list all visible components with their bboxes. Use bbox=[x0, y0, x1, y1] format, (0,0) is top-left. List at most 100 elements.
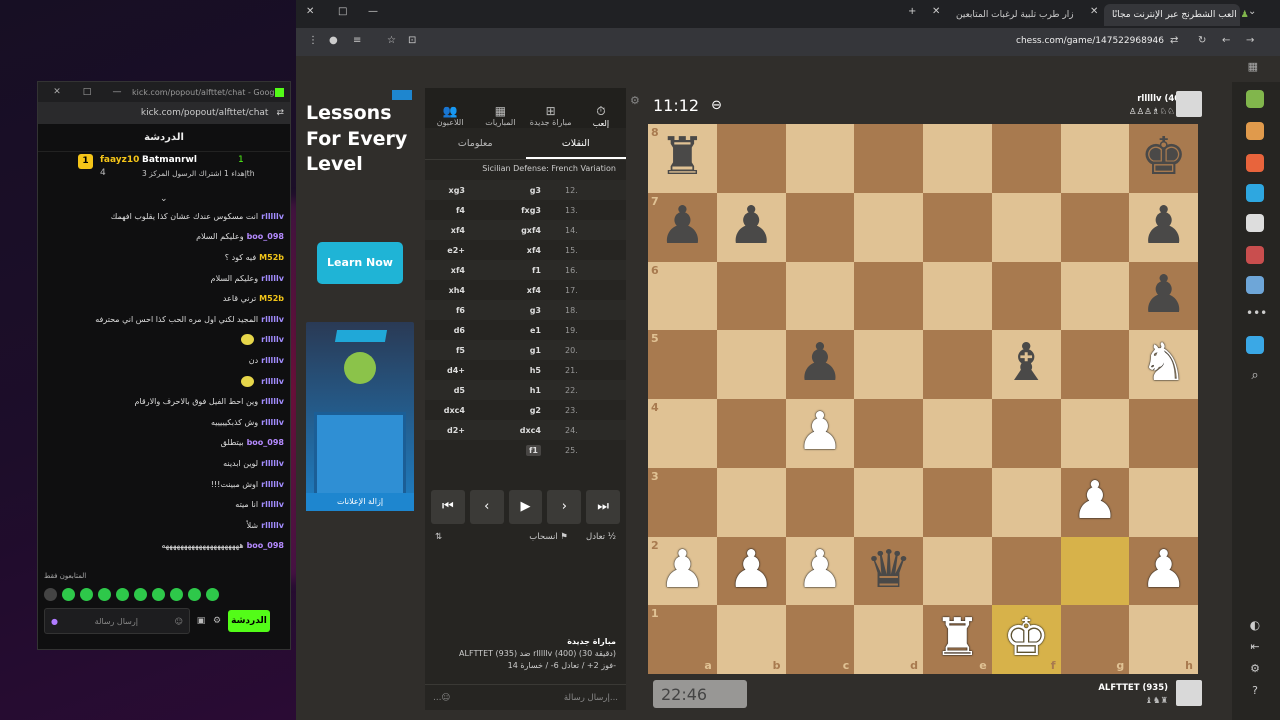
tune-icon[interactable]: ≡ bbox=[353, 35, 361, 46]
black-move[interactable]: d4+ bbox=[425, 366, 485, 375]
square-b7[interactable]: ♟ bbox=[716, 192, 786, 262]
square-b8[interactable] bbox=[716, 124, 786, 193]
emote-icon[interactable] bbox=[80, 587, 93, 601]
black-pawn-icon[interactable]: ♟ bbox=[1129, 262, 1198, 331]
maximize-icon[interactable]: □ bbox=[338, 6, 347, 17]
theme-icon[interactable]: ◐ bbox=[1246, 618, 1264, 636]
square-a4[interactable]: 4 bbox=[648, 399, 717, 468]
black-queen-icon[interactable]: ♛ bbox=[854, 537, 923, 606]
chess-logo-icon[interactable] bbox=[1246, 90, 1264, 108]
minus-icon[interactable]: ⊖ bbox=[711, 98, 722, 113]
white-pawn-icon[interactable]: ♟ bbox=[1061, 468, 1130, 537]
chat-username[interactable]: rlllllv bbox=[261, 480, 284, 489]
square-e6[interactable] bbox=[923, 261, 992, 331]
chess-board[interactable]: 8 ♜ ♚ 7 ♟ ♟ ♟ 6 ♟ 5 ♟ ♝ ♞ 4 ♟ 3 ♟ 2 ♟ ♟ ♟ ♛ ♟ 1 a b c d e ♜ f ♚ g h bbox=[648, 124, 1198, 674]
tab-stream[interactable]: زار طرب تلبية لرغبات المتابعين bbox=[948, 4, 1076, 26]
emote-icon[interactable] bbox=[134, 587, 147, 601]
menu-icon[interactable]: ⋮ bbox=[308, 35, 318, 46]
tab-info[interactable]: معلومات bbox=[425, 128, 526, 159]
help-icon[interactable]: ? bbox=[1246, 684, 1264, 702]
news-icon[interactable] bbox=[1246, 246, 1264, 264]
chevron-down-icon[interactable]: ⌄ bbox=[160, 194, 168, 204]
white-pawn-icon[interactable]: ♟ bbox=[1129, 537, 1198, 606]
square-f3[interactable] bbox=[991, 467, 1061, 537]
avatar[interactable] bbox=[1176, 680, 1202, 706]
previous-move-button[interactable]: ‹ bbox=[469, 490, 504, 524]
white-pawn-icon[interactable]: ♟ bbox=[648, 537, 717, 606]
first-move-button[interactable]: ⏮ bbox=[431, 490, 465, 524]
white-rook-icon[interactable]: ♜ bbox=[923, 605, 992, 674]
chat-username[interactable]: rlllllv bbox=[261, 315, 284, 324]
square-c4[interactable]: ♟ bbox=[785, 399, 855, 468]
square-h2[interactable]: ♟ bbox=[1129, 536, 1198, 606]
square-g4[interactable] bbox=[1060, 399, 1130, 468]
square-f1[interactable]: f ♚ bbox=[991, 605, 1061, 674]
collapse-icon[interactable]: ⇤ bbox=[1246, 640, 1264, 658]
maximize-icon[interactable]: □ bbox=[72, 87, 102, 97]
square-h3[interactable] bbox=[1129, 467, 1198, 537]
black-move[interactable]: xg3 bbox=[425, 186, 485, 195]
white-pawn-icon[interactable]: ♟ bbox=[786, 399, 855, 468]
emote-icon[interactable] bbox=[188, 587, 201, 601]
resign-button[interactable]: انسحاب ⚑ bbox=[529, 532, 568, 550]
chat-username[interactable]: rlllllv bbox=[261, 274, 284, 283]
bottom-player-name[interactable]: ALFTTET (935) bbox=[1098, 683, 1168, 693]
black-move[interactable]: xh4 bbox=[425, 286, 485, 295]
black-move[interactable]: e2+ bbox=[425, 246, 485, 255]
emote-icon[interactable] bbox=[206, 587, 219, 601]
black-pawn-icon[interactable]: ♟ bbox=[786, 330, 855, 399]
white-pawn-icon[interactable]: ♟ bbox=[786, 537, 855, 606]
avatar[interactable] bbox=[1176, 91, 1202, 117]
square-b3[interactable] bbox=[716, 467, 786, 537]
gear-icon[interactable]: ⚙ bbox=[1246, 662, 1264, 680]
chat-username[interactable]: rlllllv bbox=[261, 356, 284, 365]
more-icon[interactable]: ••• bbox=[1246, 306, 1267, 324]
square-g7[interactable] bbox=[1060, 192, 1130, 262]
square-a3[interactable]: 3 bbox=[648, 467, 717, 537]
chat-username[interactable]: rlllllv bbox=[261, 212, 284, 221]
site-settings-icon[interactable]: ⇄ bbox=[1170, 35, 1178, 46]
tab-chess[interactable]: العب الشطرنج عبر الإنترنت مجانًا ♟ bbox=[1104, 4, 1249, 26]
emote-icon[interactable] bbox=[62, 587, 75, 601]
square-e3[interactable] bbox=[923, 467, 992, 537]
black-bishop-icon[interactable]: ♝ bbox=[992, 330, 1061, 399]
star-icon[interactable]: ☆ bbox=[387, 35, 396, 46]
black-pawn-icon[interactable]: ♟ bbox=[648, 193, 717, 262]
square-e5[interactable] bbox=[923, 330, 992, 399]
close-icon[interactable]: ✕ bbox=[1090, 6, 1098, 17]
white-move[interactable]: g3 bbox=[485, 186, 555, 195]
white-move[interactable]: f1 bbox=[485, 266, 555, 275]
square-a6[interactable]: 6 bbox=[648, 261, 717, 331]
chat-username[interactable]: rlllllv bbox=[261, 500, 284, 509]
black-move[interactable]: d6 bbox=[425, 326, 485, 335]
square-f4[interactable] bbox=[991, 399, 1061, 468]
tab-moves[interactable]: النقلات bbox=[525, 128, 626, 159]
square-c3[interactable] bbox=[785, 467, 855, 537]
square-f6[interactable] bbox=[991, 261, 1061, 331]
square-c5[interactable]: ♟ bbox=[785, 330, 855, 399]
emoji-icon[interactable]: ☺ bbox=[175, 617, 183, 626]
close-icon[interactable]: ✕ bbox=[306, 6, 314, 17]
board-settings-icon[interactable]: ⚙ bbox=[630, 94, 640, 107]
black-move[interactable]: xf4 bbox=[425, 266, 485, 275]
square-b2[interactable]: ♟ bbox=[716, 536, 786, 606]
square-a5[interactable]: 5 bbox=[648, 330, 717, 399]
chat-username[interactable]: boo_098 bbox=[247, 232, 284, 241]
store-icon[interactable]: ▣ bbox=[196, 616, 206, 626]
black-move[interactable]: d5 bbox=[425, 386, 485, 395]
play-button[interactable]: ▶ bbox=[508, 490, 543, 524]
reload-icon[interactable]: ↻ bbox=[1198, 35, 1206, 46]
square-d4[interactable] bbox=[854, 399, 923, 468]
url-text[interactable]: chess.com/game/147522968946 bbox=[1016, 36, 1164, 46]
square-c1[interactable]: c bbox=[785, 605, 855, 674]
square-c8[interactable] bbox=[785, 124, 855, 193]
last-move-button[interactable]: ⏭ bbox=[586, 490, 620, 524]
white-move[interactable]: h1 bbox=[485, 386, 555, 395]
gear-icon[interactable]: ⚙ bbox=[212, 616, 222, 626]
square-f5[interactable]: ♝ bbox=[991, 330, 1061, 399]
emote-icon[interactable] bbox=[98, 587, 111, 601]
square-h6[interactable]: ♟ bbox=[1129, 261, 1198, 331]
white-move[interactable]: h5 bbox=[485, 366, 555, 375]
draw-button[interactable]: تعادل ½ bbox=[586, 532, 616, 550]
install-icon[interactable]: ⊡ bbox=[408, 35, 416, 46]
